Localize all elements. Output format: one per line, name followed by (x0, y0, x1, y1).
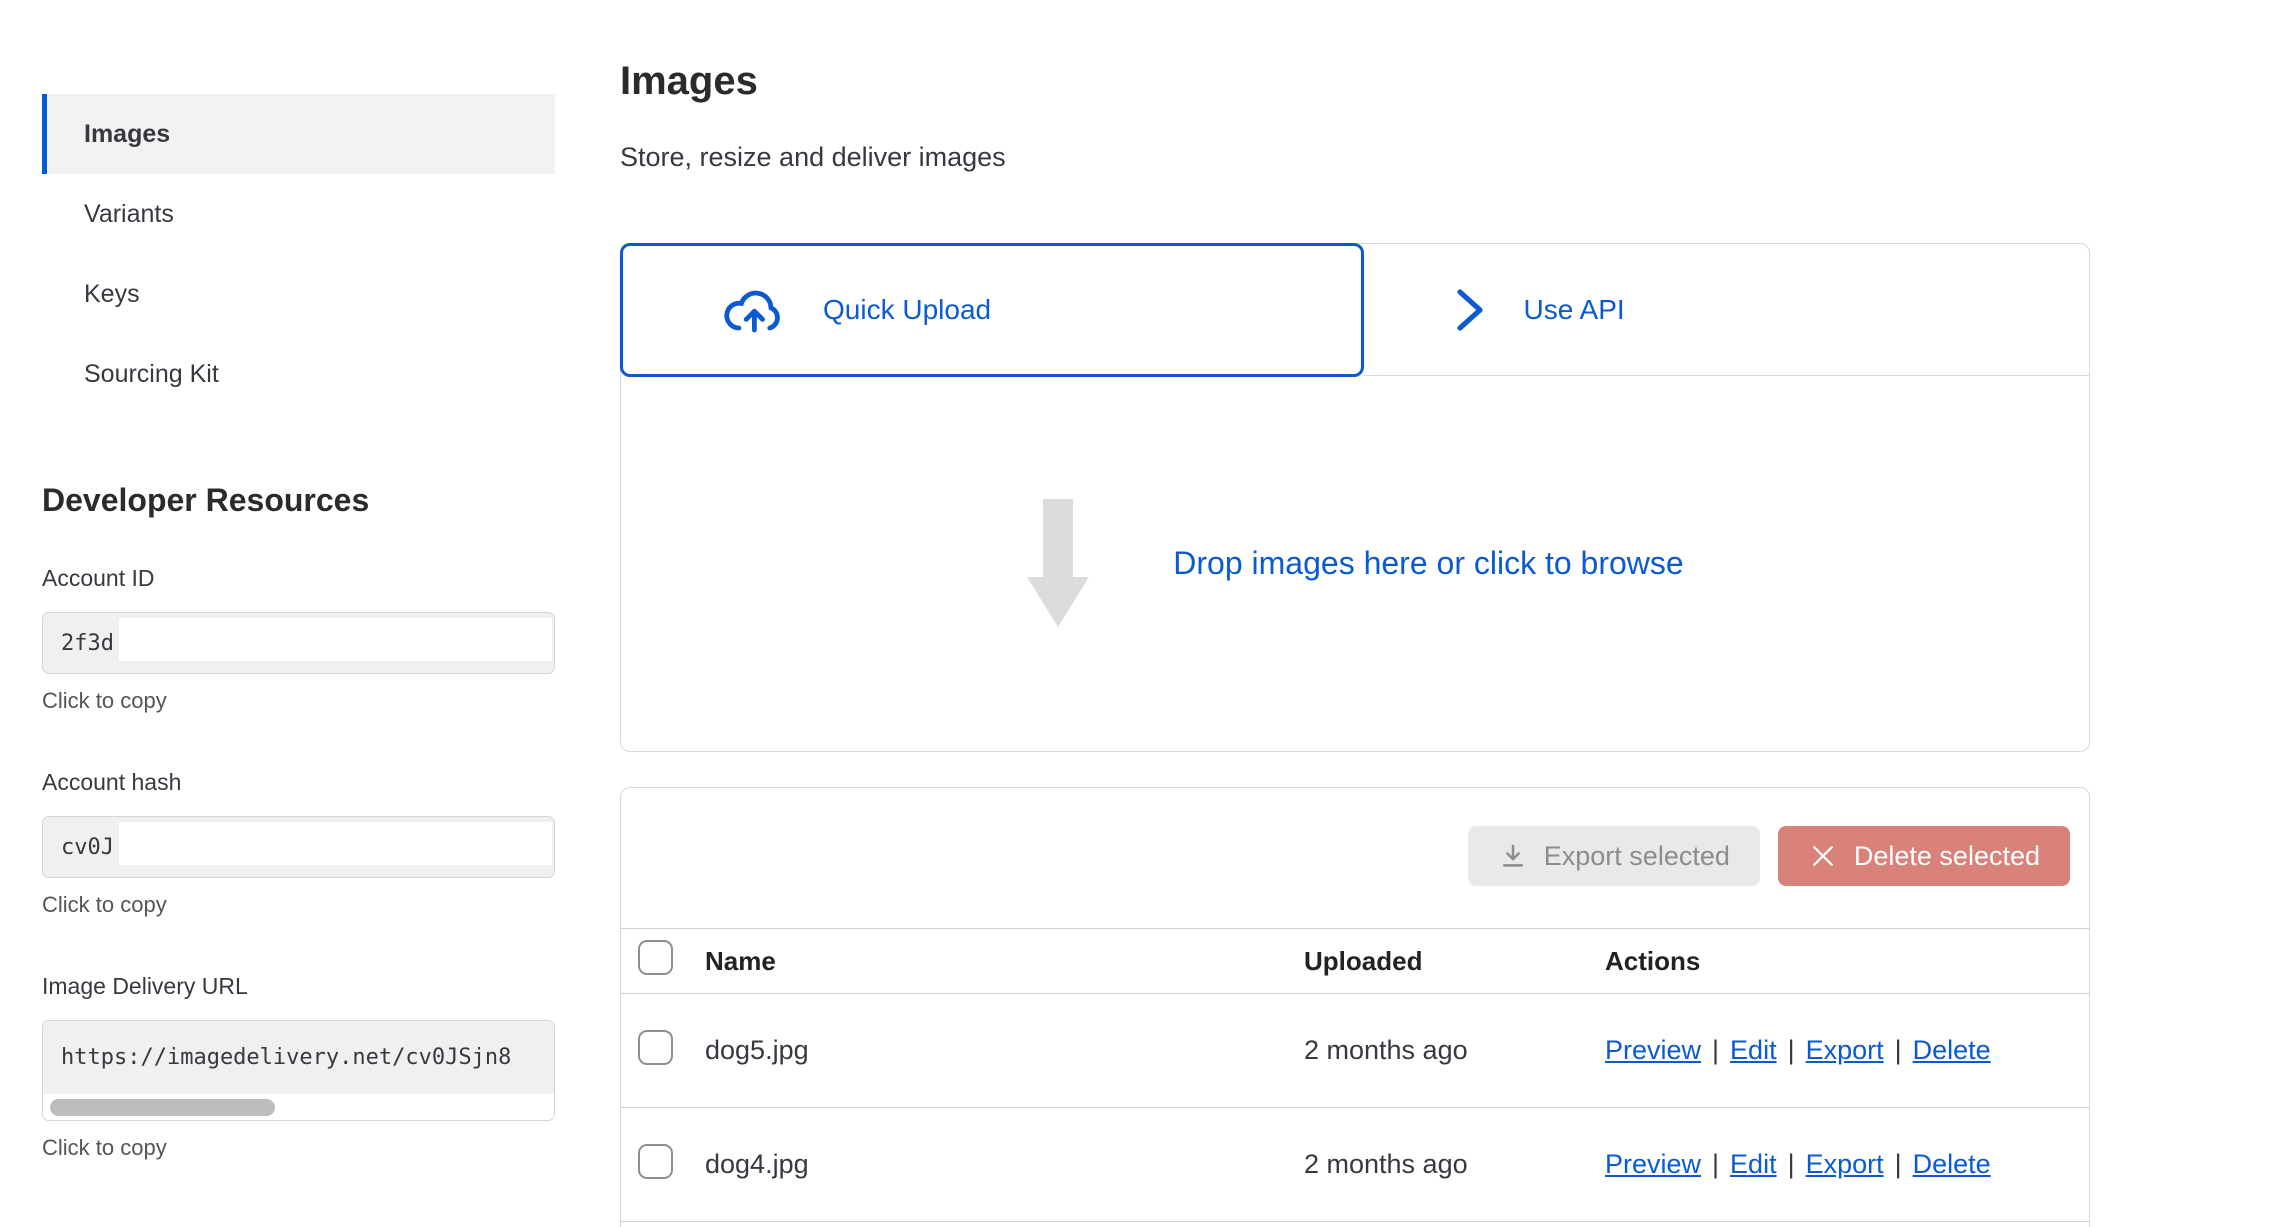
uploaded-time: 2 months ago (1304, 1149, 1605, 1180)
scrollbar-thumb[interactable] (50, 1099, 275, 1116)
sidebar-item-label: Variants (84, 200, 174, 229)
table-row: dog5.jpg 2 months ago Preview | Edit | E… (621, 994, 2089, 1108)
main-content: Images Store, resize and deliver images … (620, 58, 2090, 1227)
dropzone-text: Drop images here or click to browse (1173, 545, 1683, 582)
horizontal-scrollbar[interactable] (43, 1094, 554, 1120)
sidebar-item-label: Keys (84, 280, 140, 309)
upload-tab-row: Quick Upload Use API (621, 244, 2089, 376)
sidebar-item-images[interactable]: Images (42, 94, 555, 174)
account-id-field[interactable]: 2f3d (42, 612, 555, 674)
sidebar: Images Variants Keys Sourcing Kit Develo… (42, 94, 555, 1161)
sidebar-item-sourcing-kit[interactable]: Sourcing Kit (42, 334, 555, 414)
uploaded-time: 2 months ago (1304, 1035, 1605, 1066)
row-checkbox[interactable] (638, 1030, 673, 1065)
click-to-copy-hint: Click to copy (42, 892, 555, 918)
column-header-actions: Actions (1605, 946, 2089, 977)
preview-link[interactable]: Preview (1605, 1035, 1701, 1066)
developer-resources-heading: Developer Resources (42, 482, 555, 519)
delete-link[interactable]: Delete (1913, 1035, 1991, 1066)
row-actions: Preview | Edit | Export | Delete (1605, 1035, 2089, 1066)
action-separator: | (1701, 1035, 1730, 1066)
page-subtitle: Store, resize and deliver images (620, 142, 2090, 173)
action-separator: | (1777, 1149, 1806, 1180)
action-separator: | (1884, 1035, 1913, 1066)
action-separator: | (1701, 1149, 1730, 1180)
column-header-uploaded: Uploaded (1304, 946, 1605, 977)
tab-use-api[interactable]: Use API (1364, 244, 2090, 376)
sidebar-item-label: Images (84, 120, 170, 149)
file-name: dog5.jpg (705, 1035, 1304, 1066)
image-dropzone[interactable]: Drop images here or click to browse (621, 376, 2089, 750)
preview-link[interactable]: Preview (1605, 1149, 1701, 1180)
page-title: Images (620, 58, 2090, 104)
upload-card: Quick Upload Use API Drop images here or… (620, 243, 2090, 752)
redaction-overlay (119, 618, 552, 661)
sidebar-item-label: Sourcing Kit (84, 360, 219, 389)
table-toolbar: Export selected Delete selected (621, 788, 2089, 928)
account-id-group: Account ID 2f3d Click to copy (42, 565, 555, 714)
tab-label: Use API (1524, 294, 1625, 326)
download-icon (1498, 841, 1528, 871)
redaction-overlay (119, 822, 552, 865)
action-separator: | (1777, 1035, 1806, 1066)
account-id-value: 2f3d (61, 631, 114, 656)
delivery-url-field[interactable]: https://imagedelivery.net/cv0JSjn8 (42, 1020, 555, 1121)
click-to-copy-hint: Click to copy (42, 1135, 555, 1161)
row-actions: Preview | Edit | Export | Delete (1605, 1149, 2089, 1180)
file-name: dog4.jpg (705, 1149, 1304, 1180)
account-hash-label: Account hash (42, 769, 555, 796)
x-icon (1808, 841, 1838, 871)
delivery-url-group: Image Delivery URL https://imagedelivery… (42, 973, 555, 1161)
table-header-row: Name Uploaded Actions (621, 928, 2089, 994)
export-link[interactable]: Export (1806, 1035, 1884, 1066)
sidebar-item-keys[interactable]: Keys (42, 254, 555, 334)
cloud-upload-icon (723, 287, 785, 333)
edit-link[interactable]: Edit (1730, 1149, 1777, 1180)
account-hash-value: cv0J (61, 835, 114, 860)
delivery-url-value: https://imagedelivery.net/cv0JSjn8 (43, 1021, 554, 1094)
row-checkbox[interactable] (638, 1144, 673, 1179)
export-selected-button[interactable]: Export selected (1468, 826, 1760, 886)
delete-selected-label: Delete selected (1854, 841, 2040, 872)
delivery-url-label: Image Delivery URL (42, 973, 555, 1000)
table-row: dog4.jpg 2 months ago Preview | Edit | E… (621, 1108, 2089, 1222)
account-id-label: Account ID (42, 565, 555, 592)
action-separator: | (1884, 1149, 1913, 1180)
tab-quick-upload[interactable]: Quick Upload (620, 243, 1364, 377)
select-all-checkbox[interactable] (638, 940, 673, 975)
images-table-card: Export selected Delete selected Name Upl… (620, 787, 2090, 1227)
delete-link[interactable]: Delete (1913, 1149, 1991, 1180)
arrow-down-icon (1026, 499, 1090, 627)
column-header-name: Name (705, 946, 1304, 977)
chevron-right-icon (1452, 286, 1488, 334)
click-to-copy-hint: Click to copy (42, 688, 555, 714)
account-hash-field[interactable]: cv0J (42, 816, 555, 878)
export-link[interactable]: Export (1806, 1149, 1884, 1180)
delete-selected-button[interactable]: Delete selected (1778, 826, 2070, 886)
tab-label: Quick Upload (823, 294, 991, 326)
edit-link[interactable]: Edit (1730, 1035, 1777, 1066)
sidebar-item-variants[interactable]: Variants (42, 174, 555, 254)
account-hash-group: Account hash cv0J Click to copy (42, 769, 555, 918)
export-selected-label: Export selected (1544, 841, 1730, 872)
